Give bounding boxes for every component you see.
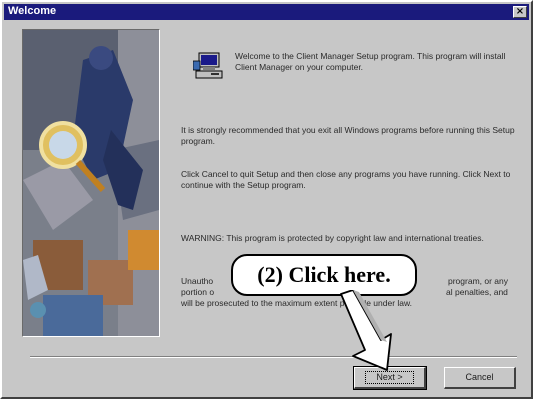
welcome-illustration-icon <box>23 30 159 336</box>
close-icon: × <box>515 6 525 17</box>
close-button[interactable]: × <box>513 6 527 18</box>
unauthorized-text-mid: program, or any <box>448 276 508 286</box>
cancel-button[interactable]: Cancel <box>444 367 516 389</box>
cancel-button-label: Cancel <box>465 372 494 382</box>
warning-text: WARNING: This program is protected by co… <box>181 233 484 243</box>
computer-setup-icon <box>192 49 225 81</box>
welcome-dialog: Welcome × Welcome to the Client Manager … <box>0 0 533 399</box>
recommend-text: It is strongly recommended that you exit… <box>181 125 515 146</box>
next-button-label: Next > <box>365 371 414 384</box>
unauthorized-text-line2-end: al penalties, and <box>446 287 508 297</box>
instructions-text: Click Cancel to quit Setup and then clos… <box>181 169 511 190</box>
window-title: Welcome <box>8 5 57 17</box>
welcome-illustration <box>22 29 160 337</box>
pointer-arrow-icon <box>335 289 405 372</box>
title-bar[interactable]: Welcome × <box>4 4 529 20</box>
intro-text: Welcome to the Client Manager Setup prog… <box>235 51 506 72</box>
unauthorized-text-line2-start: portion o <box>181 287 215 297</box>
button-divider <box>30 356 517 358</box>
